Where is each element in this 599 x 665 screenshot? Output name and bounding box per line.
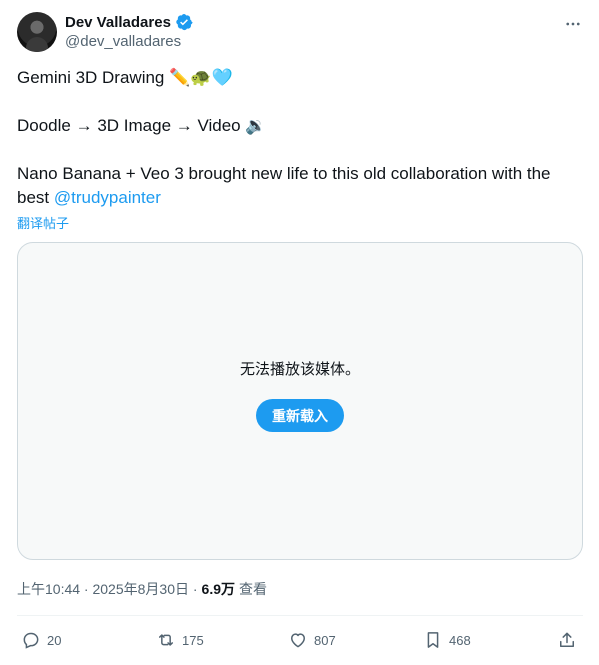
reply-icon <box>23 632 39 649</box>
share-button[interactable] <box>557 630 577 650</box>
verified-badge-icon[interactable] <box>175 13 193 31</box>
author-name-row: Dev Valladares <box>65 12 193 32</box>
translate-post-link[interactable]: 翻译帖子 <box>17 213 69 232</box>
views-count: 6.9万 <box>201 581 235 597</box>
tweet-text-line-3: Nano Banana + Veo 3 brought new life to … <box>17 162 579 210</box>
divider <box>17 615 583 616</box>
avatar[interactable] <box>17 12 57 52</box>
media-error-message: 无法播放该媒体。 <box>239 361 360 378</box>
more-options-icon[interactable] <box>563 14 583 34</box>
heart-icon <box>291 633 305 648</box>
repost-button[interactable]: 175 <box>156 630 204 650</box>
tweet-header: Dev Valladares @dev_valladares <box>17 12 583 54</box>
mention-link[interactable]: @trudypainter <box>54 188 161 207</box>
bookmark-count: 468 <box>449 632 471 648</box>
tweet: Dev Valladares @dev_valladares Gemini 3D… <box>0 0 599 665</box>
tweet-text-line-2: Doodle → 3D Image → Video 🔉 <box>17 116 267 135</box>
reply-count: 20 <box>47 632 62 648</box>
author-display-name[interactable]: Dev Valladares <box>65 14 171 31</box>
bookmark-icon <box>427 632 439 648</box>
bookmark-button[interactable]: 468 <box>423 630 471 650</box>
like-count: 807 <box>314 632 336 648</box>
reply-button[interactable]: 20 <box>21 630 61 650</box>
action-bar: 20 175 807 468 <box>17 628 583 652</box>
author-info: Dev Valladares @dev_valladares <box>65 12 193 54</box>
reload-button[interactable]: 重新载入 <box>256 399 344 432</box>
author-handle[interactable]: @dev_valladares <box>65 33 193 50</box>
timestamp[interactable]: 上午10:44 · 2025年8月30日 · <box>17 579 198 599</box>
tweet-meta: 上午10:44 · 2025年8月30日 · 6.9万 查看 <box>17 579 267 599</box>
like-button[interactable]: 807 <box>288 630 336 650</box>
tweet-text: Gemini 3D Drawing ✏️🐢🩵 Doodle → 3D Image… <box>17 66 579 210</box>
views-label: 查看 <box>239 581 267 597</box>
share-icon <box>560 632 574 647</box>
media-container[interactable]: 无法播放该媒体。 重新载入 <box>17 242 583 560</box>
tweet-text-line-1: Gemini 3D Drawing ✏️🐢🩵 <box>17 68 233 87</box>
repost-icon <box>159 634 173 646</box>
repost-count: 175 <box>182 632 204 648</box>
